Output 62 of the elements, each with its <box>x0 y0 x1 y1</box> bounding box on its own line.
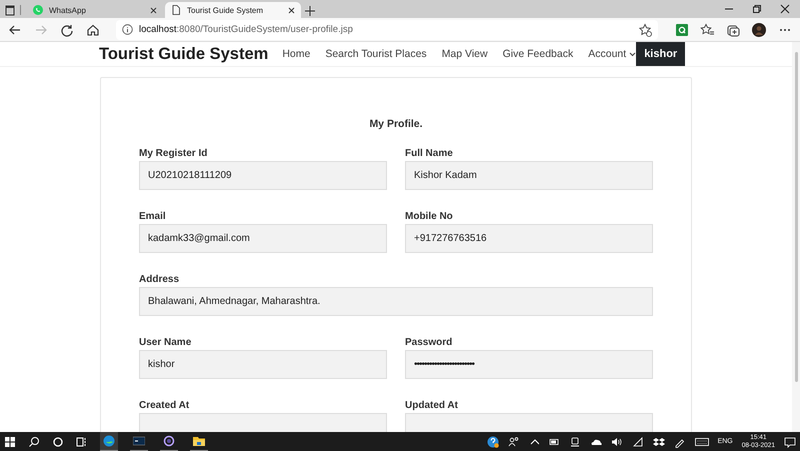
page-icon <box>171 5 181 15</box>
field-label: Created At <box>139 400 190 411</box>
nav-link[interactable]: Give Feedback <box>502 48 574 60</box>
chat-icon <box>33 5 43 15</box>
circle-icon[interactable] <box>52 436 64 448</box>
favorites-icon[interactable] <box>700 22 714 36</box>
help-icon[interactable] <box>486 436 499 448</box>
nav-link[interactable]: Search Tourist Places <box>325 48 427 60</box>
field-label: Email <box>139 211 167 222</box>
nav-link[interactable]: Home <box>282 48 310 60</box>
field-label: Full Name <box>405 148 454 159</box>
site-brand[interactable]: Tourist Guide System <box>99 44 268 64</box>
browser-tab[interactable]: WhatsApp <box>27 2 163 18</box>
extension-icon[interactable] <box>676 24 688 36</box>
task-view-icon[interactable] <box>76 436 88 448</box>
back-icon[interactable] <box>8 22 22 36</box>
url-text: localhost:8080/TouristGuideSystem/user-profile.jsp <box>139 24 354 35</box>
people-icon[interactable] <box>508 436 520 448</box>
avatar-icon[interactable] <box>752 22 766 36</box>
field-label: Updated At <box>405 400 459 411</box>
reload-icon[interactable] <box>60 22 74 36</box>
field-label: Mobile No <box>405 211 454 222</box>
dropbox-icon[interactable] <box>652 436 665 448</box>
field-label: User Name <box>139 337 192 348</box>
info-icon <box>122 24 133 35</box>
collections-icon[interactable] <box>726 22 740 36</box>
input-field[interactable]: U20210218111209 <box>139 161 387 190</box>
browser-icon[interactable] <box>103 435 115 447</box>
notification-icon[interactable] <box>784 436 796 448</box>
account-menu[interactable]: Account <box>588 48 636 60</box>
tab-title: Tourist Guide System <box>187 6 264 14</box>
nav-link[interactable]: Map View <box>442 48 488 60</box>
address-bar[interactable]: localhost:8080/TouristGuideSystem/user-profile.jsp <box>116 20 658 40</box>
field-label: Address <box>139 274 180 285</box>
close-icon[interactable] <box>150 6 157 14</box>
start-icon[interactable] <box>4 436 16 448</box>
field-label: Password <box>405 337 454 348</box>
browser-tab[interactable]: Tourist Guide System <box>165 2 301 18</box>
webcam-icon[interactable] <box>568 436 581 448</box>
close-icon[interactable] <box>780 4 790 14</box>
close-icon[interactable] <box>288 6 295 14</box>
folder-icon[interactable] <box>193 435 205 447</box>
input-field[interactable]: kadamk33@gmail.com <box>139 224 387 253</box>
scrollbar-thumb[interactable] <box>794 52 798 382</box>
terminal-icon[interactable] <box>133 435 145 447</box>
input-field[interactable]: Bhalawani, Ahmednagar, Maharashtra. <box>139 287 653 316</box>
profile-title: My Profile. <box>368 118 424 130</box>
caret-icon <box>629 52 636 56</box>
new-tab-icon[interactable] <box>303 4 317 18</box>
volume-icon[interactable] <box>610 436 623 448</box>
input-field[interactable]: kishor <box>139 350 387 379</box>
home-icon[interactable] <box>86 22 100 36</box>
restore-icon[interactable] <box>752 4 762 14</box>
field-label: My Register Id <box>139 148 208 159</box>
favorite-add-icon[interactable] <box>638 22 652 36</box>
tab-title: WhatsApp <box>49 6 87 14</box>
user-button[interactable]: kishor <box>636 42 686 66</box>
input-field[interactable]: +917276763516 <box>405 224 653 253</box>
password-field[interactable]: •••••••••••••••••••••••• <box>405 350 653 379</box>
input-field[interactable]: Kishor Kadam <box>405 161 653 190</box>
keyboard-icon[interactable] <box>694 436 709 448</box>
search-icon[interactable] <box>28 436 40 448</box>
